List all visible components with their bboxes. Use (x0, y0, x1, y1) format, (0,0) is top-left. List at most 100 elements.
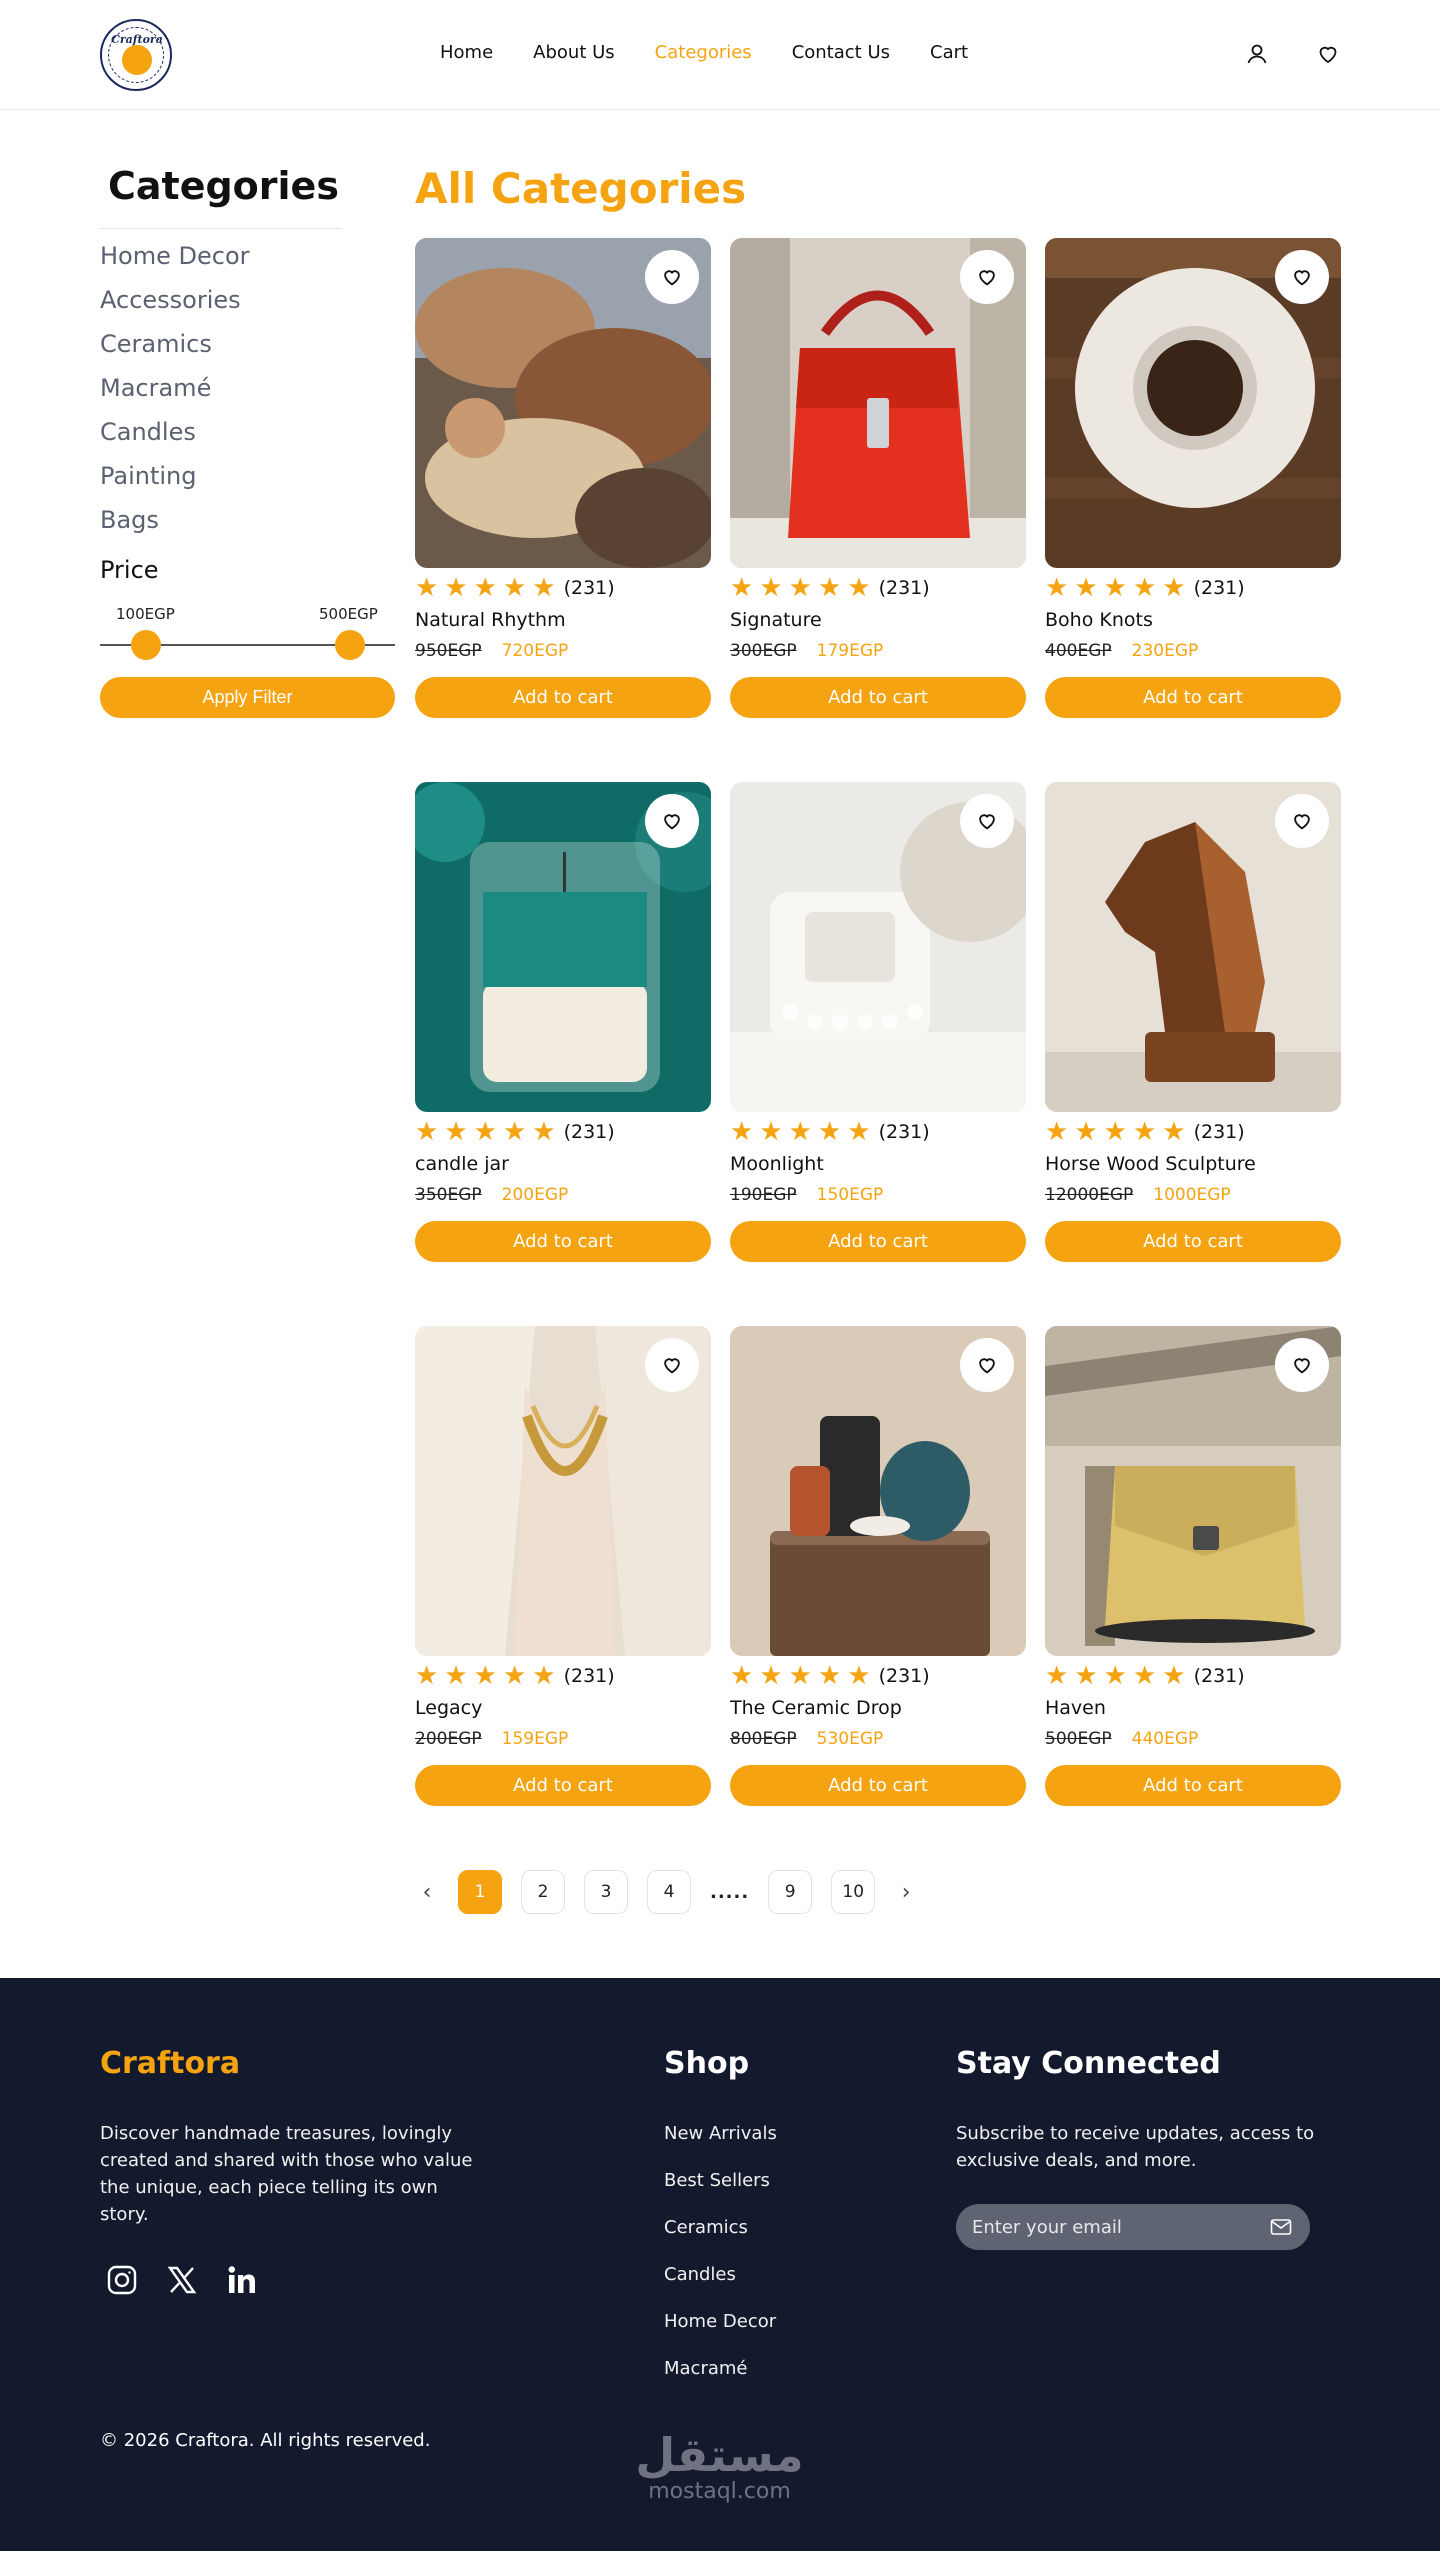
star-icon: ★ (1132, 1661, 1157, 1691)
product-rating: ★ ★ ★ ★ ★ (231) (1045, 573, 1245, 603)
wishlist-heart-icon[interactable] (1275, 794, 1329, 848)
product-card-natural-rhythm[interactable]: ★ ★ ★ ★ ★ (231) Natural Rhythm 950EGP 720EGP Add … (415, 238, 711, 718)
product-card-signature[interactable]: ★ ★ ★ ★ ★ (231) Signature 300EGP 179EGP Add to ca… (730, 238, 1026, 718)
product-card-candle-jar[interactable]: ★ ★ ★ ★ ★ (231) candle jar 350EGP 200EGP Add to c… (415, 782, 711, 1262)
star-icon: ★ (1074, 1117, 1098, 1147)
wishlist-heart-icon[interactable] (645, 794, 699, 848)
page-10-button[interactable]: 10 (831, 1870, 876, 1914)
nav-contact-us[interactable]: Contact Us (792, 42, 890, 63)
wishlist-heart-icon[interactable] (1275, 250, 1329, 304)
product-name[interactable]: Legacy (415, 1697, 482, 1719)
footer-link-best-sellers[interactable]: Best Sellers (664, 2167, 777, 2214)
product-image[interactable] (1045, 782, 1341, 1112)
product-name[interactable]: Signature (730, 609, 822, 631)
product-card-moonlight[interactable]: ★ ★ ★ ★ ★ (231) Moonlight 190EGP 150EGP Add to ca… (730, 782, 1026, 1262)
star-icon: ★ (473, 1117, 497, 1147)
footer-link-macrame[interactable]: Macramé (664, 2355, 777, 2402)
old-price: 400EGP (1045, 641, 1112, 661)
star-icon: ★ (1162, 1117, 1186, 1147)
add-to-cart-button[interactable]: Add to cart (1045, 677, 1341, 718)
add-to-cart-button[interactable]: Add to cart (730, 677, 1026, 718)
product-image[interactable] (1045, 238, 1341, 568)
add-to-cart-button[interactable]: Add to cart (415, 1221, 711, 1262)
star-icon: ★ (788, 1117, 812, 1147)
linkedin-icon[interactable] (226, 2264, 258, 2296)
wishlist-heart-icon[interactable] (1275, 1338, 1329, 1392)
product-card-haven[interactable]: ★ ★ ★ ★ ★ (231) Haven 500EGP 440EGP Add to cart (1045, 1326, 1341, 1806)
wishlist-heart-icon[interactable] (645, 250, 699, 304)
wishlist-heart-icon[interactable] (960, 794, 1014, 848)
footer-link-new-arrivals[interactable]: New Arrivals (664, 2120, 777, 2167)
instagram-icon[interactable] (106, 2264, 138, 2296)
newsletter-email-input[interactable] (972, 2204, 1252, 2250)
category-home-decor[interactable]: Home Decor (100, 240, 250, 284)
product-prices: 12000EGP 1000EGP (1045, 1185, 1231, 1205)
product-image[interactable] (1045, 1326, 1341, 1656)
add-to-cart-button[interactable]: Add to cart (1045, 1221, 1341, 1262)
nav-about-us[interactable]: About Us (533, 42, 615, 63)
wishlist-heart-icon[interactable] (960, 1338, 1014, 1392)
star-icon: ★ (759, 1117, 783, 1147)
category-bags[interactable]: Bags (100, 504, 250, 548)
product-image[interactable] (730, 238, 1026, 568)
price-slider-min-handle[interactable] (131, 630, 161, 660)
product-card-legacy[interactable]: ★ ★ ★ ★ ★ (231) Legacy 200EGP 159EGP Add to cart (415, 1326, 711, 1806)
page-4-button[interactable]: 4 (647, 1870, 691, 1914)
product-rating: ★ ★ ★ ★ ★ (231) (1045, 1117, 1245, 1147)
product-name[interactable]: candle jar (415, 1153, 509, 1175)
nav-categories[interactable]: Categories (655, 42, 752, 63)
wishlist-heart-icon[interactable] (960, 250, 1014, 304)
add-to-cart-button[interactable]: Add to cart (730, 1221, 1026, 1262)
footer-link-ceramics[interactable]: Ceramics (664, 2214, 777, 2261)
product-name[interactable]: Haven (1045, 1697, 1106, 1719)
star-icon: ★ (759, 1661, 783, 1691)
footer-brand: Craftora (100, 2046, 241, 2081)
category-macrame[interactable]: Macramé (100, 372, 250, 416)
next-page-icon[interactable]: › (894, 1870, 918, 1914)
heart-icon[interactable] (1316, 42, 1340, 66)
product-image[interactable] (415, 782, 711, 1112)
rating-stars: ★ ★ ★ ★ ★ (1045, 573, 1186, 603)
mail-icon[interactable] (1270, 2217, 1292, 2237)
user-icon[interactable] (1245, 42, 1269, 66)
wishlist-heart-icon[interactable] (645, 1338, 699, 1392)
star-icon: ★ (532, 1661, 556, 1691)
page-1-button[interactable]: 1 (458, 1870, 502, 1914)
nav-cart[interactable]: Cart (930, 42, 968, 63)
add-to-cart-button[interactable]: Add to cart (1045, 1765, 1341, 1806)
nav-home[interactable]: Home (440, 42, 493, 63)
craftora-logo[interactable]: Craftora (100, 19, 172, 91)
category-painting[interactable]: Painting (100, 460, 250, 504)
product-image[interactable] (415, 1326, 711, 1656)
product-card-boho-knots[interactable]: ★ ★ ★ ★ ★ (231) Boho Knots 400EGP 230EGP Add to c… (1045, 238, 1341, 718)
product-name[interactable]: Moonlight (730, 1153, 824, 1175)
product-image[interactable] (415, 238, 711, 568)
star-icon: ★ (788, 1661, 812, 1691)
price-slider-max-handle[interactable] (335, 630, 365, 660)
product-image[interactable] (730, 1326, 1026, 1656)
category-ceramics[interactable]: Ceramics (100, 328, 250, 372)
product-name[interactable]: Boho Knots (1045, 609, 1153, 631)
star-icon: ★ (532, 1117, 556, 1147)
product-image[interactable] (730, 782, 1026, 1112)
category-candles[interactable]: Candles (100, 416, 250, 460)
apply-filter-button[interactable]: Apply Filter (100, 677, 395, 718)
page-2-button[interactable]: 2 (521, 1870, 565, 1914)
add-to-cart-button[interactable]: Add to cart (415, 677, 711, 718)
old-price: 500EGP (1045, 1729, 1112, 1749)
page-3-button[interactable]: 3 (584, 1870, 628, 1914)
x-twitter-icon[interactable] (166, 2264, 198, 2296)
add-to-cart-button[interactable]: Add to cart (730, 1765, 1026, 1806)
product-name[interactable]: Natural Rhythm (415, 609, 566, 631)
add-to-cart-button[interactable]: Add to cart (415, 1765, 711, 1806)
product-name[interactable]: Horse Wood Sculpture (1045, 1153, 1256, 1175)
product-card-the-ceramic-drop[interactable]: ★ ★ ★ ★ ★ (231) The Ceramic Drop 800EGP 530EGP Ad… (730, 1326, 1026, 1806)
product-name[interactable]: The Ceramic Drop (730, 1697, 902, 1719)
page-9-button[interactable]: 9 (768, 1870, 813, 1914)
category-accessories[interactable]: Accessories (100, 284, 250, 328)
footer-link-candles[interactable]: Candles (664, 2261, 777, 2308)
footer-link-home-decor[interactable]: Home Decor (664, 2308, 777, 2355)
product-prices: 190EGP 150EGP (730, 1185, 883, 1205)
product-card-horse-wood-sculpture[interactable]: ★ ★ ★ ★ ★ (231) Horse Wood Sculpture 12000EGP 10… (1045, 782, 1341, 1262)
prev-page-icon[interactable]: ‹ (415, 1870, 439, 1914)
